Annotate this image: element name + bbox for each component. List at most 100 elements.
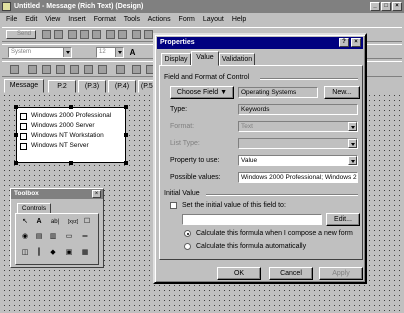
menu-help[interactable]: Help	[232, 16, 246, 23]
maximize-button[interactable]: □	[381, 2, 391, 11]
menu-form[interactable]: Form	[179, 16, 195, 23]
checkbox-icon[interactable]	[20, 113, 27, 120]
resize-handle[interactable]	[69, 161, 73, 165]
label-icon[interactable]: A	[34, 217, 44, 227]
window-title-bar[interactable]: Untitled - Message (Rich Text) (Design) …	[0, 0, 404, 13]
close-icon[interactable]: ×	[92, 190, 101, 198]
menu-view[interactable]: View	[45, 16, 60, 23]
field-name-display: Operating Systems	[238, 87, 318, 98]
checkbox-icon[interactable]	[20, 123, 27, 130]
list-item[interactable]: Windows NT Server	[17, 141, 125, 151]
menu-insert[interactable]: Insert	[68, 16, 86, 23]
tab-p3[interactable]: (P.3)	[78, 80, 106, 93]
save-icon[interactable]	[42, 30, 51, 39]
align-left-icon[interactable]	[10, 65, 19, 74]
scrollbar-icon[interactable]: ┃	[34, 248, 44, 258]
dialog-close-button[interactable]: ×	[351, 38, 361, 47]
font-color-icon[interactable]: A	[128, 48, 137, 57]
print-icon[interactable]	[54, 30, 63, 39]
tab-p4[interactable]: (P.4)	[108, 80, 136, 93]
chevron-down-icon	[348, 122, 357, 131]
image-icon[interactable]: ▣	[64, 248, 74, 258]
checkbox-icon[interactable]	[20, 133, 27, 140]
tab-value[interactable]: Value	[191, 51, 219, 66]
minimize-button[interactable]: _	[370, 2, 380, 11]
list-item[interactable]: Windows 2000 Server	[17, 121, 125, 131]
align-right-icon[interactable]	[42, 65, 51, 74]
listbox-icon[interactable]: ▥	[48, 232, 58, 242]
calc-automatically-radio[interactable]	[184, 243, 191, 250]
chevron-down-icon[interactable]	[348, 156, 357, 165]
checkbox-tool-icon[interactable]: ☐	[82, 217, 92, 227]
font-name-combo[interactable]: System	[8, 47, 72, 58]
select-icon[interactable]: ↖	[20, 217, 30, 227]
resize-handle[interactable]	[14, 161, 18, 165]
attach-icon[interactable]	[132, 30, 141, 39]
property-to-use-select[interactable]: Value	[238, 155, 358, 166]
apply-button[interactable]: Apply	[319, 267, 363, 280]
list-item[interactable]: Windows 2000 Professional	[17, 111, 125, 121]
ungroup-icon[interactable]	[70, 65, 79, 74]
toggle-button-icon[interactable]: ═	[80, 232, 90, 242]
toolbox-title[interactable]: Toolbox	[11, 189, 103, 199]
command-button-icon[interactable]: ▭	[64, 232, 74, 242]
list-type-label: List Type:	[170, 140, 200, 147]
section-initial-value: Initial Value	[164, 190, 200, 197]
tab-p2[interactable]: P.2	[48, 80, 76, 93]
flag-icon[interactable]	[144, 30, 153, 39]
dialog-title-bar[interactable]: Properties ? ×	[157, 37, 363, 49]
tab-message[interactable]: Message	[4, 79, 44, 93]
align-center-icon[interactable]	[28, 65, 37, 74]
tabstrip-icon[interactable]: ◫	[20, 248, 30, 258]
possible-values-input[interactable]: Windows 2000 Professional; Windows 2	[238, 172, 358, 183]
field-chooser-icon[interactable]	[132, 65, 141, 74]
menu-actions[interactable]: Actions	[148, 16, 171, 23]
menu-tools[interactable]: Tools	[124, 16, 140, 23]
checkbox-icon[interactable]	[20, 143, 27, 150]
calc-on-compose-radio[interactable]	[184, 230, 191, 237]
choose-field-button[interactable]: Choose Field ▼	[170, 86, 234, 99]
checkbox-listbox-control[interactable]: Windows 2000 Professional Windows 2000 S…	[16, 107, 126, 163]
menu-file[interactable]: File	[6, 16, 17, 23]
combobox-icon[interactable]: ▤	[34, 232, 44, 242]
toolbox-window[interactable]: Toolbox × Controls ↖ A ab| [xyz] ☐ ◉ ▤ ▥…	[10, 188, 104, 268]
spinbutton-icon[interactable]: ◆	[48, 248, 58, 258]
ok-button[interactable]: OK	[217, 267, 261, 280]
order-icon[interactable]	[98, 65, 107, 74]
menu-edit[interactable]: Edit	[25, 16, 37, 23]
format-select: Text	[238, 121, 358, 132]
resize-handle[interactable]	[14, 105, 18, 109]
initial-value-input[interactable]	[182, 214, 322, 225]
calc-automatically-label: Calculate this formula automatically	[196, 243, 307, 250]
resize-handle[interactable]	[124, 105, 128, 109]
resize-handle[interactable]	[124, 161, 128, 165]
app-icon	[2, 2, 11, 11]
option-button-icon[interactable]: ◉	[20, 232, 30, 242]
font-size-combo[interactable]: 12	[96, 47, 124, 58]
resize-handle[interactable]	[124, 133, 128, 137]
paste-icon[interactable]	[92, 30, 101, 39]
textbox-icon[interactable]: ab|	[48, 217, 62, 227]
resize-handle[interactable]	[14, 133, 18, 137]
fill-color-icon[interactable]	[116, 65, 125, 74]
resize-handle[interactable]	[69, 105, 73, 109]
set-initial-value-checkbox[interactable]	[170, 202, 177, 209]
help-button[interactable]: ?	[339, 38, 349, 47]
address-book-icon[interactable]	[106, 30, 115, 39]
menu-layout[interactable]: Layout	[203, 16, 224, 23]
copy-icon[interactable]	[80, 30, 89, 39]
group-icon[interactable]	[56, 65, 65, 74]
send-button[interactable]: Send	[6, 30, 36, 39]
cut-icon[interactable]	[68, 30, 77, 39]
new-field-button[interactable]: New...	[324, 86, 360, 99]
properties-dialog[interactable]: Properties ? × Display Value Validation …	[153, 33, 367, 284]
menu-format[interactable]: Format	[94, 16, 116, 23]
list-item[interactable]: Windows NT Workstation	[17, 131, 125, 141]
check-names-icon[interactable]	[118, 30, 127, 39]
multipage-icon[interactable]: ▦	[80, 248, 90, 258]
cancel-button[interactable]: Cancel	[269, 267, 313, 280]
close-button[interactable]: ×	[392, 2, 402, 11]
frame-icon[interactable]: [xyz]	[66, 217, 80, 227]
edit-formula-button[interactable]: Edit...	[326, 213, 360, 226]
snap-icon[interactable]	[84, 65, 93, 74]
